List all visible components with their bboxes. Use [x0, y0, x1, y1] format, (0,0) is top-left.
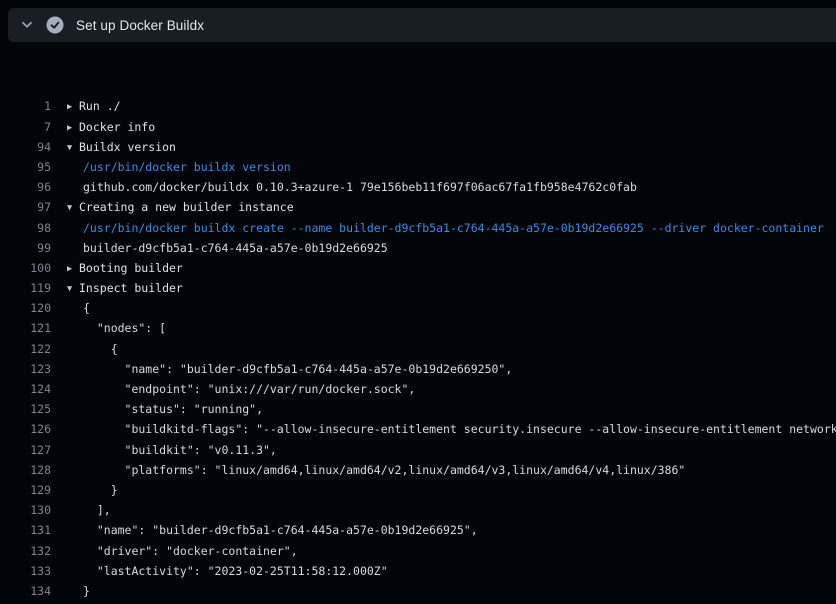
- line-number[interactable]: 100: [0, 258, 51, 278]
- line-number[interactable]: 119: [0, 278, 51, 298]
- group-title: Run ./: [79, 99, 121, 113]
- line-number[interactable]: 133: [0, 561, 51, 581]
- line-number[interactable]: 7: [0, 117, 51, 137]
- log-row: 129 }: [0, 480, 836, 500]
- output-text: builder-d9cfb5a1-c764-445a-a57e-0b19d2e6…: [67, 238, 388, 258]
- output-text: "endpoint": "unix:///var/run/docker.sock…: [67, 379, 415, 399]
- log-group-row[interactable]: 97 ▼Creating a new builder instance: [0, 197, 836, 217]
- group-title: Buildx version: [79, 140, 176, 154]
- output-text: }: [67, 480, 118, 500]
- output-text: "lastActivity": "2023-02-25T11:58:12.000…: [67, 561, 388, 581]
- output-text: "status": "running",: [67, 399, 263, 419]
- chevron-down-icon[interactable]: [19, 17, 35, 33]
- command-text: /usr/bin/docker buildx version: [67, 157, 291, 177]
- group-title: Booting builder: [79, 261, 183, 275]
- line-number[interactable]: 125: [0, 399, 51, 419]
- line-number[interactable]: 130: [0, 500, 51, 520]
- log-row: 99 builder-d9cfb5a1-c764-445a-a57e-0b19d2…: [0, 238, 836, 258]
- log-group-row[interactable]: 7 ▶Docker info: [0, 117, 836, 137]
- group-title: Creating a new builder instance: [79, 200, 294, 214]
- output-text: {: [67, 339, 118, 359]
- log-row: 125 "status": "running",: [0, 399, 836, 419]
- log-row: 131 "name": "builder-d9cfb5a1-c764-445a-…: [0, 520, 836, 540]
- output-text: "buildkit": "v0.11.3",: [67, 440, 277, 460]
- group-line: ▶Docker info: [67, 117, 155, 137]
- line-number[interactable]: 127: [0, 440, 51, 460]
- triangle-right-icon: ▶: [67, 118, 79, 137]
- output-text: "driver": "docker-container",: [67, 541, 298, 561]
- group-line: ▶Run ./: [67, 96, 121, 116]
- line-number[interactable]: 97: [0, 197, 51, 217]
- log-group-row[interactable]: 1 ▶Run ./: [0, 96, 836, 116]
- group-line: ▼Inspect builder: [67, 278, 183, 298]
- output-text: "name": "builder-d9cfb5a1-c764-445a-a57e…: [67, 359, 512, 379]
- triangle-down-icon: ▼: [67, 138, 79, 157]
- log-row: 98/usr/bin/docker buildx create --name b…: [0, 218, 836, 238]
- triangle-down-icon: ▼: [67, 279, 79, 298]
- log-row: 130 ],: [0, 500, 836, 520]
- log-row: 123 "name": "builder-d9cfb5a1-c764-445a-…: [0, 359, 836, 379]
- log-row: 124 "endpoint": "unix:///var/run/docker.…: [0, 379, 836, 399]
- output-text: ],: [67, 500, 111, 520]
- log-row: 95/usr/bin/docker buildx version: [0, 157, 836, 177]
- log-row: 122 {: [0, 339, 836, 359]
- line-number[interactable]: 122: [0, 339, 51, 359]
- log-row: 121 "nodes": [: [0, 318, 836, 338]
- line-number[interactable]: 134: [0, 581, 51, 601]
- line-number[interactable]: 120: [0, 298, 51, 318]
- line-number[interactable]: 123: [0, 359, 51, 379]
- group-line: ▼Buildx version: [67, 137, 176, 157]
- output-text: {: [67, 298, 90, 318]
- line-number[interactable]: 96: [0, 177, 51, 197]
- line-number[interactable]: 94: [0, 137, 51, 157]
- line-number[interactable]: 124: [0, 379, 51, 399]
- line-number[interactable]: 95: [0, 157, 51, 177]
- triangle-right-icon: ▶: [67, 97, 79, 116]
- line-number[interactable]: 98: [0, 218, 51, 238]
- output-text: "buildkitd-flags": "--allow-insecure-ent…: [67, 419, 836, 439]
- step-title: Set up Docker Buildx: [76, 18, 204, 33]
- log-console: 1▶Run ./7▶Docker info94▼Buildx version95…: [0, 44, 836, 604]
- log-row: 132 "driver": "docker-container",: [0, 541, 836, 561]
- output-text: "name": "builder-d9cfb5a1-c764-445a-a57e…: [67, 520, 478, 540]
- log-row: 134}: [0, 581, 836, 601]
- log-row: 133 "lastActivity": "2023-02-25T11:58:12…: [0, 561, 836, 581]
- line-number[interactable]: 121: [0, 318, 51, 338]
- line-number[interactable]: 128: [0, 460, 51, 480]
- output-text: "platforms": "linux/amd64,linux/amd64/v2…: [67, 460, 685, 480]
- check-circle-icon: [46, 16, 64, 34]
- group-title: Docker info: [79, 120, 155, 134]
- log-row: 120 {: [0, 298, 836, 318]
- log-group-row[interactable]: 119 ▼Inspect builder: [0, 278, 836, 298]
- group-line: ▼Creating a new builder instance: [67, 197, 294, 217]
- group-line: ▶Booting builder: [67, 258, 183, 278]
- line-number[interactable]: 132: [0, 541, 51, 561]
- log-group-row[interactable]: 100 ▶Booting builder: [0, 258, 836, 278]
- step-header[interactable]: Set up Docker Buildx: [8, 8, 836, 42]
- log-rows: 1▶Run ./7▶Docker info94▼Buildx version95…: [0, 96, 836, 604]
- output-text: "nodes": [: [67, 318, 166, 338]
- output-text: }: [67, 581, 90, 601]
- triangle-right-icon: ▶: [67, 259, 79, 278]
- log-row: 126 "buildkitd-flags": "--allow-insecure…: [0, 419, 836, 439]
- line-number[interactable]: 129: [0, 480, 51, 500]
- command-text: /usr/bin/docker buildx create --name bui…: [67, 218, 824, 238]
- line-number[interactable]: 126: [0, 419, 51, 439]
- log-row: 127 "buildkit": "v0.11.3",: [0, 440, 836, 460]
- log-group-row[interactable]: 94 ▼Buildx version: [0, 137, 836, 157]
- log-row: 96 github.com/docker/buildx 0.10.3+azure-…: [0, 177, 836, 197]
- output-text: github.com/docker/buildx 0.10.3+azure-1 …: [67, 177, 637, 197]
- line-number[interactable]: 131: [0, 520, 51, 540]
- log-row: 128 "platforms": "linux/amd64,linux/amd6…: [0, 460, 836, 480]
- line-number[interactable]: 99: [0, 238, 51, 258]
- triangle-down-icon: ▼: [67, 198, 79, 217]
- line-number[interactable]: 1: [0, 96, 51, 116]
- actions-log-viewer: Set up Docker Buildx 1▶Run ./7▶Docker in…: [0, 0, 836, 604]
- group-title: Inspect builder: [79, 281, 183, 295]
